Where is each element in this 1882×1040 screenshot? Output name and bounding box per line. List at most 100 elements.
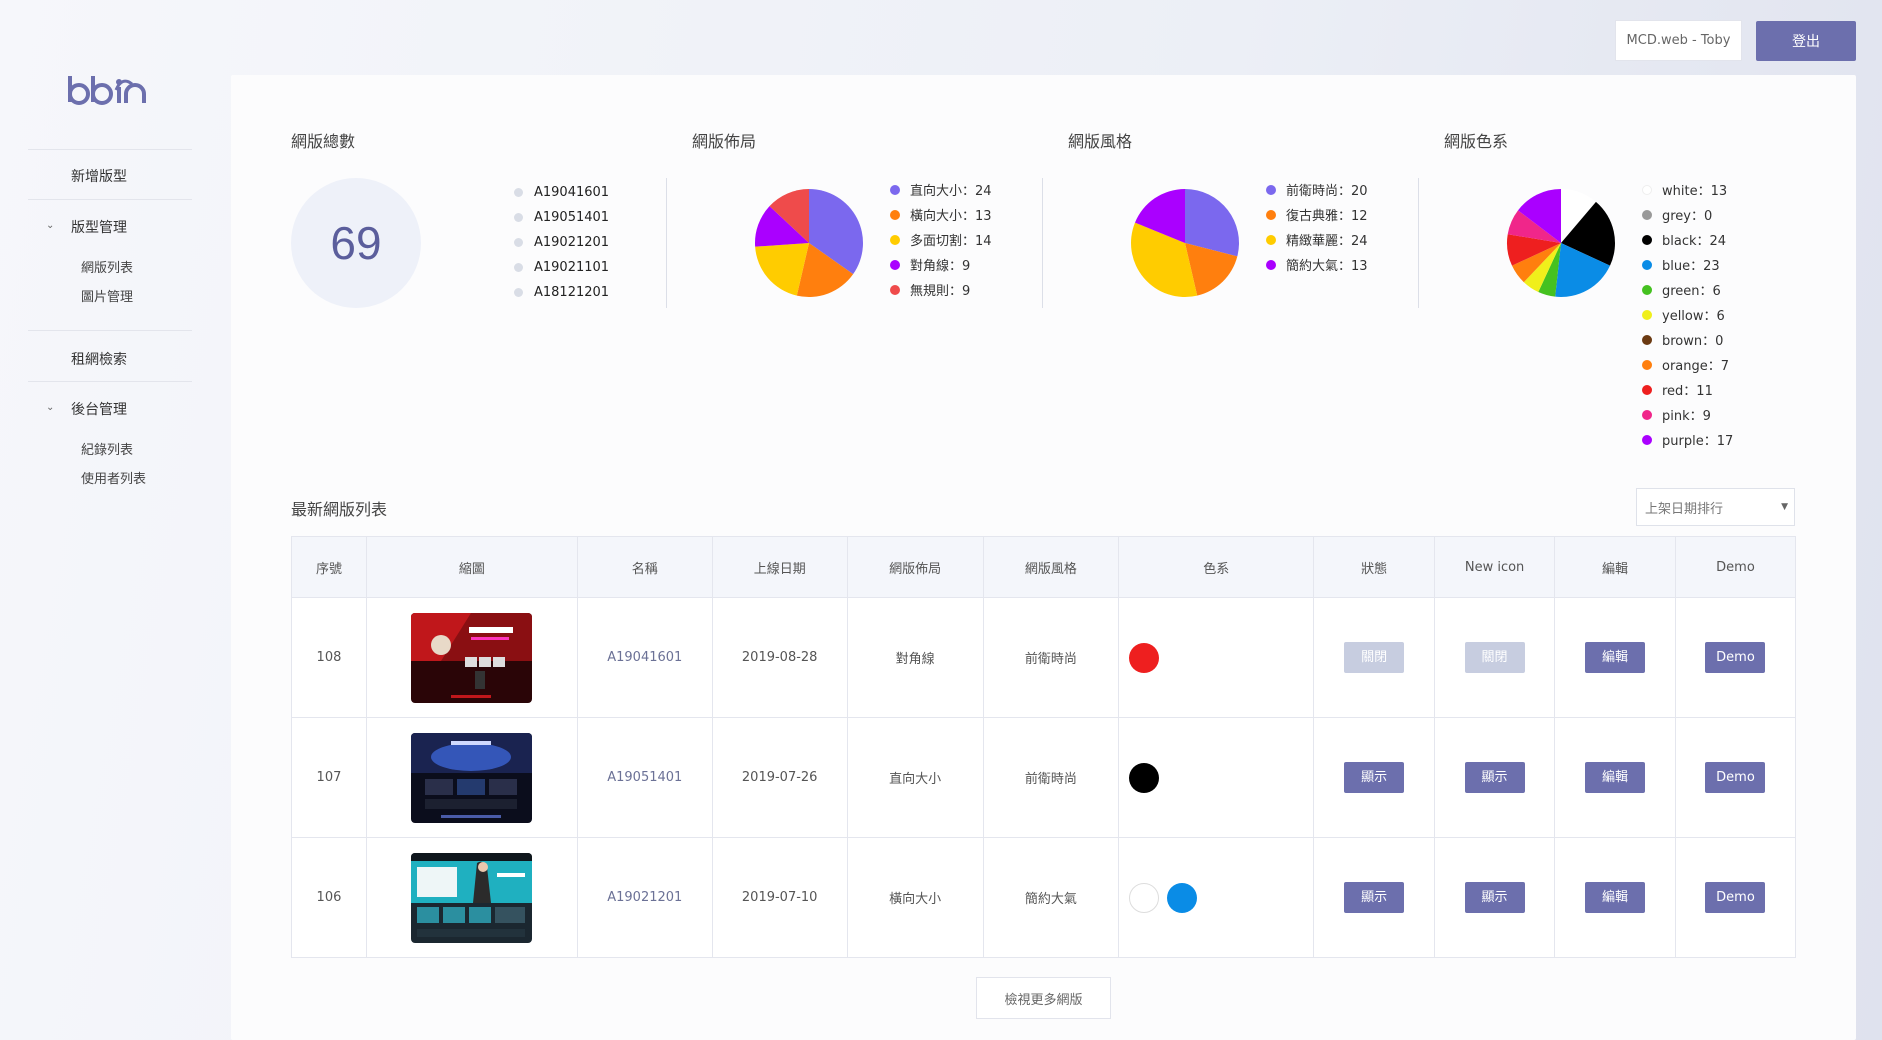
style-pie-chart bbox=[1131, 189, 1239, 297]
template-thumbnail[interactable] bbox=[411, 612, 533, 703]
legend-item[interactable]: orange：7 bbox=[1642, 352, 1733, 377]
legend-dot bbox=[890, 259, 900, 270]
legend-item[interactable]: red：11 bbox=[1642, 377, 1733, 402]
nav-sub-user-list[interactable]: 使用者列表 bbox=[81, 468, 146, 487]
bbin-logo[interactable] bbox=[66, 72, 158, 112]
table-row: 108 A19041601 2019-08-28 對角線 前衛時尚 關閉 關閉 … bbox=[291, 597, 1797, 718]
nav-item-backend-manage[interactable]: 後台管理 bbox=[71, 399, 127, 419]
legend-dot bbox=[890, 209, 900, 220]
legend-label: 無規則：9 bbox=[910, 284, 971, 299]
legend-dot bbox=[1642, 359, 1652, 370]
style-chart-title: 網版風格 bbox=[1068, 132, 1133, 151]
legend-label: 對角線：9 bbox=[910, 259, 971, 274]
legend-item[interactable]: grey：0 bbox=[1642, 202, 1733, 227]
view-more-button[interactable]: 檢視更多網版 bbox=[976, 977, 1111, 1019]
template-name[interactable]: A19021201 bbox=[576, 837, 713, 958]
legend-label: 復古典雅：12 bbox=[1286, 209, 1368, 224]
new-icon-toggle-button[interactable]: 關閉 bbox=[1464, 642, 1525, 673]
chevron-down-icon[interactable]: ⌄ bbox=[46, 402, 54, 413]
legend-item[interactable]: 直向大小：24 bbox=[890, 177, 992, 202]
template-name[interactable]: A19041601 bbox=[576, 597, 713, 718]
list-item[interactable]: A19021101 bbox=[514, 255, 609, 280]
bullet-icon bbox=[514, 263, 523, 272]
nav-item-rental-search[interactable]: 租網檢索 bbox=[71, 349, 127, 369]
demo-button[interactable]: Demo bbox=[1705, 762, 1766, 793]
divider bbox=[666, 178, 667, 308]
nav-sub-template-list[interactable]: 網版列表 bbox=[81, 257, 133, 276]
legend-item[interactable]: 復古典雅：12 bbox=[1266, 202, 1368, 227]
col-header: Demo bbox=[1674, 536, 1797, 598]
status-toggle-button[interactable]: 顯示 bbox=[1344, 762, 1405, 793]
logout-button[interactable]: 登出 bbox=[1756, 21, 1856, 61]
list-item[interactable]: A18121201 bbox=[514, 280, 609, 305]
legend-dot bbox=[1266, 234, 1276, 245]
chevron-down-icon[interactable]: ⌄ bbox=[46, 220, 54, 231]
legend-dot bbox=[1642, 384, 1652, 395]
legend-label: 橫向大小：13 bbox=[910, 209, 992, 224]
row-number: 107 bbox=[291, 717, 367, 838]
legend-item[interactable]: 多面切割：14 bbox=[890, 227, 992, 252]
list-item[interactable]: A19041601 bbox=[514, 180, 609, 205]
style-value: 簡約大氣 bbox=[982, 837, 1120, 958]
legend-item[interactable]: 前衛時尚：20 bbox=[1266, 177, 1368, 202]
new-icon-toggle-button[interactable]: 顯示 bbox=[1464, 762, 1525, 793]
legend-label: green：6 bbox=[1662, 284, 1721, 299]
nav-divider bbox=[28, 149, 192, 150]
legend-label: 簡約大氣：13 bbox=[1286, 259, 1368, 274]
divider bbox=[1042, 178, 1043, 308]
color-swatches bbox=[1118, 717, 1315, 838]
legend-item[interactable]: 簡約大氣：13 bbox=[1266, 252, 1368, 277]
nav-item-new-template[interactable]: 新增版型 bbox=[71, 166, 127, 186]
layout-value: 橫向大小 bbox=[846, 837, 984, 958]
edit-button[interactable]: 編輯 bbox=[1584, 642, 1645, 673]
legend-item[interactable]: 對角線：9 bbox=[890, 252, 992, 277]
style-legend: 前衛時尚：20 復古典雅：12 精緻華麗：24 簡約大氣：13 bbox=[1266, 177, 1368, 277]
new-icon-toggle-button[interactable]: 顯示 bbox=[1464, 882, 1525, 913]
legend-item[interactable]: brown：0 bbox=[1642, 327, 1733, 352]
legend-item[interactable]: 精緻華麗：24 bbox=[1266, 227, 1368, 252]
style-value: 前衛時尚 bbox=[982, 597, 1120, 718]
edit-button[interactable]: 編輯 bbox=[1584, 762, 1645, 793]
list-item[interactable]: A19051401 bbox=[514, 205, 609, 230]
bullet-icon bbox=[514, 238, 523, 247]
legend-dot bbox=[1642, 209, 1652, 220]
legend-dot bbox=[1642, 259, 1652, 270]
nav-divider bbox=[28, 330, 192, 331]
legend-item[interactable]: purple：17 bbox=[1642, 427, 1733, 452]
legend-dot bbox=[1642, 434, 1652, 445]
edit-button[interactable]: 編輯 bbox=[1584, 882, 1645, 913]
demo-button[interactable]: Demo bbox=[1705, 882, 1766, 913]
status-toggle-button[interactable]: 關閉 bbox=[1344, 642, 1405, 673]
col-header: 名稱 bbox=[576, 536, 713, 598]
legend-dot bbox=[1266, 209, 1276, 220]
legend-label: yellow：6 bbox=[1662, 309, 1725, 324]
nav-sub-record-list[interactable]: 紀錄列表 bbox=[81, 439, 133, 458]
sort-select[interactable]: 上架日期排行 ▼ bbox=[1636, 488, 1795, 526]
legend-label: 直向大小：24 bbox=[910, 184, 992, 199]
legend-item[interactable]: pink：9 bbox=[1642, 402, 1733, 427]
color-swatch bbox=[1129, 762, 1160, 793]
legend-item[interactable]: black：24 bbox=[1642, 227, 1733, 252]
legend-item[interactable]: yellow：6 bbox=[1642, 302, 1733, 327]
template-thumbnail[interactable] bbox=[411, 732, 533, 823]
nav-item-template-manage[interactable]: 版型管理 bbox=[71, 217, 127, 237]
template-thumbnail[interactable] bbox=[411, 852, 533, 943]
online-date: 2019-08-28 bbox=[711, 597, 848, 718]
legend-item[interactable]: white：13 bbox=[1642, 177, 1733, 202]
legend-item[interactable]: 橫向大小：13 bbox=[890, 202, 992, 227]
col-header: 上線日期 bbox=[711, 536, 848, 598]
legend-item[interactable]: blue：23 bbox=[1642, 252, 1733, 277]
recent-id-list: A19041601 A19051401 A19021201 A19021101 … bbox=[514, 180, 609, 305]
status-toggle-button[interactable]: 顯示 bbox=[1344, 882, 1405, 913]
template-name[interactable]: A19051401 bbox=[576, 717, 713, 838]
demo-button[interactable]: Demo bbox=[1705, 642, 1766, 673]
layout-legend: 直向大小：24 橫向大小：13 多面切割：14 對角線：9 無規則：9 bbox=[890, 177, 992, 302]
legend-label: grey：0 bbox=[1662, 209, 1713, 224]
row-number: 108 bbox=[291, 597, 367, 718]
legend-item[interactable]: green：6 bbox=[1642, 277, 1733, 302]
legend-item[interactable]: 無規則：9 bbox=[890, 277, 992, 302]
nav-sub-image-manage[interactable]: 圖片管理 bbox=[81, 286, 133, 305]
list-item[interactable]: A19021201 bbox=[514, 230, 609, 255]
legend-dot bbox=[1642, 184, 1652, 195]
list-title: 最新網版列表 bbox=[291, 500, 388, 519]
